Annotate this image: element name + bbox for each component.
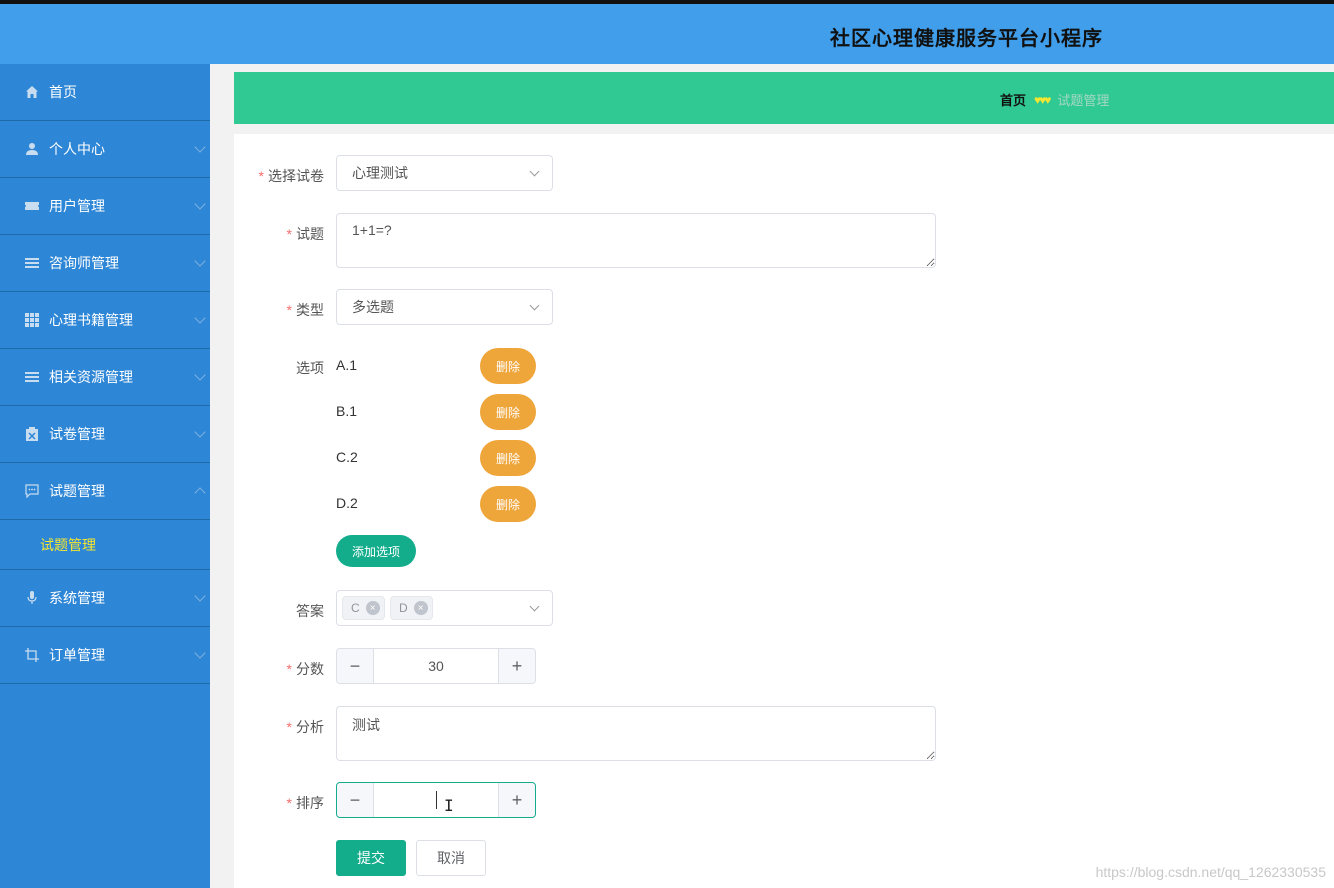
sidebar-item-label: 咨询师管理 (49, 253, 119, 273)
sidebar-item-label: 试题管理 (49, 481, 105, 501)
sidebar-item-label: 系统管理 (49, 588, 105, 608)
close-icon[interactable]: × (366, 601, 380, 615)
sidebar-item-books[interactable]: 心理书籍管理 (0, 292, 210, 349)
chevron-down-icon (194, 255, 205, 266)
grid-icon (24, 312, 40, 328)
home-icon (24, 84, 40, 100)
delete-option-c-button[interactable]: 删除 (480, 440, 536, 476)
chevron-down-icon (530, 167, 540, 177)
breadcrumb-current: 试题管理 (1057, 90, 1109, 109)
sidebar-item-label: 个人中心 (49, 139, 105, 159)
type-label: *类型 (234, 300, 324, 320)
delete-option-b-button[interactable]: 删除 (480, 394, 536, 430)
type-select-value: 多选题 (352, 297, 394, 317)
sidebar-item-label: 订单管理 (49, 645, 105, 665)
question-textarea[interactable]: 1+1=? (336, 213, 936, 268)
chevron-down-icon (194, 312, 205, 323)
sidebar-item-orders[interactable]: 订单管理 (0, 627, 210, 684)
sidebar-item-papers[interactable]: 试卷管理 (0, 406, 210, 463)
sidebar: 首页 个人中心 用户管理 咨询师管理 心理书籍管理 相关资源管理 (0, 64, 210, 888)
chevron-up-icon (194, 487, 205, 498)
chevron-down-icon (194, 647, 205, 658)
option-text-a: A.1 (336, 357, 357, 373)
sidebar-item-resources[interactable]: 相关资源管理 (0, 349, 210, 406)
analysis-label: *分析 (234, 717, 324, 737)
text-cursor-icon: I (444, 796, 454, 815)
score-increment-button[interactable]: + (498, 649, 535, 683)
submit-button[interactable]: 提交 (336, 840, 406, 876)
options-label: 选项 (234, 358, 324, 378)
sort-decrement-button[interactable]: − (337, 783, 374, 817)
add-option-button[interactable]: 添加选项 (336, 535, 416, 567)
sort-increment-button[interactable]: + (498, 783, 535, 817)
breadcrumb: 首页 ♥♥♥ 试题管理 (1000, 90, 1109, 109)
sidebar-item-label: 心理书籍管理 (49, 310, 133, 330)
sidebar-item-label: 首页 (49, 82, 77, 102)
list-icon (24, 369, 40, 385)
sidebar-item-users[interactable]: 用户管理 (0, 178, 210, 235)
text-caret (436, 791, 437, 809)
score-input[interactable]: 30 (374, 649, 498, 683)
sidebar-item-label: 试卷管理 (49, 424, 105, 444)
sidebar-item-system[interactable]: 系统管理 (0, 570, 210, 627)
chevron-down-icon (194, 590, 205, 601)
option-text-c: C.2 (336, 449, 358, 465)
chat-icon (24, 483, 40, 499)
paper-select[interactable]: 心理测试 (336, 155, 553, 191)
chevron-down-icon (194, 426, 205, 437)
analysis-textarea[interactable]: 测试 (336, 706, 936, 761)
delete-option-d-button[interactable]: 删除 (480, 486, 536, 522)
paper-label: *选择试卷 (234, 166, 324, 186)
sidebar-item-questions[interactable]: 试题管理 (0, 463, 210, 520)
chevron-down-icon (194, 141, 205, 152)
chevron-down-icon (194, 198, 205, 209)
crop-icon (24, 647, 40, 663)
sidebar-item-counselors[interactable]: 咨询师管理 (0, 235, 210, 292)
answer-tag-c: C × (342, 596, 385, 620)
heart-separator-icon: ♥♥♥ (1034, 93, 1049, 107)
chevron-down-icon (530, 602, 540, 612)
option-text-d: D.2 (336, 495, 358, 511)
answer-tag-d: D × (390, 596, 433, 620)
list-icon (24, 255, 40, 271)
paper-select-value: 心理测试 (352, 163, 408, 183)
sort-label: *排序 (234, 793, 324, 813)
option-text-b: B.1 (336, 403, 357, 419)
sidebar-subitem-label: 试题管理 (40, 535, 96, 555)
score-stepper: − 30 + (336, 648, 536, 684)
score-decrement-button[interactable]: − (337, 649, 374, 683)
app-header: 社区心理健康服务平台小程序 (0, 4, 1334, 64)
answer-label: 答案 (234, 601, 324, 621)
sidebar-item-label: 相关资源管理 (49, 367, 133, 387)
breadcrumb-bar: 首页 ♥♥♥ 试题管理 (234, 72, 1334, 124)
chevron-down-icon (530, 301, 540, 311)
delete-option-a-button[interactable]: 删除 (480, 348, 536, 384)
sidebar-item-profile[interactable]: 个人中心 (0, 121, 210, 178)
sort-stepper: − I + (336, 782, 536, 818)
user-icon (24, 141, 40, 157)
question-label: *试题 (234, 224, 324, 244)
question-form: *选择试卷 心理测试 *试题 1+1=? *类型 多选题 选项 A.1 删除 B… (234, 134, 1334, 888)
microphone-icon (24, 590, 40, 606)
chevron-down-icon (194, 369, 205, 380)
type-select[interactable]: 多选题 (336, 289, 553, 325)
watermark: https://blog.csdn.net/qq_1262330535 (1096, 864, 1326, 880)
sidebar-item-home[interactable]: 首页 (0, 64, 210, 121)
sidebar-item-label: 用户管理 (49, 196, 105, 216)
close-icon[interactable]: × (414, 601, 428, 615)
score-label: *分数 (234, 659, 324, 679)
breadcrumb-home-link[interactable]: 首页 (1000, 90, 1026, 109)
ticket-icon (24, 198, 40, 214)
main-content: 首页 ♥♥♥ 试题管理 *选择试卷 心理测试 *试题 1+1=? *类型 多选题… (210, 64, 1334, 888)
clipboard-icon (24, 426, 40, 442)
cancel-button[interactable]: 取消 (416, 840, 486, 876)
sidebar-subitem-questions[interactable]: 试题管理 (0, 520, 210, 570)
sort-input[interactable]: I (374, 783, 498, 817)
app-title: 社区心理健康服务平台小程序 (830, 22, 1103, 51)
